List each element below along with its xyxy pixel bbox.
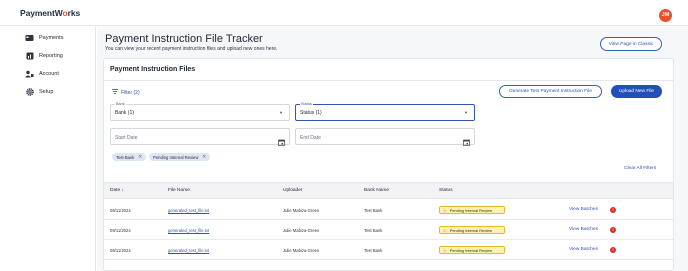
warning-icon: ⚠	[443, 227, 447, 233]
status-badge-label: Pending Internal Review	[449, 247, 492, 253]
filter-toggle[interactable]: Filter (2)	[112, 89, 140, 96]
account-icon	[25, 70, 34, 79]
cell-uploader: Julie Mabiza-Green	[283, 208, 320, 213]
row-divider	[104, 219, 673, 220]
end-date-field[interactable]: End Date	[295, 128, 475, 146]
view-batches-link[interactable]: View Batches	[569, 227, 598, 232]
cell-date: 09/11/2024	[110, 228, 131, 233]
cell-date: 09/11/2024	[110, 248, 131, 253]
sidebar-item-label: Setup	[39, 89, 54, 95]
bank-select-label: Bank	[115, 102, 126, 106]
status-badge: ⚠ Pending Internal Review	[439, 226, 505, 234]
card-title: Payment Instruction Files	[110, 66, 196, 73]
top-bar: PaymentWorks JM	[0, 0, 688, 26]
warning-icon: ⚠	[443, 247, 447, 253]
close-icon[interactable]: ✕	[202, 154, 206, 160]
sidebar-item-label: Payments	[39, 35, 64, 41]
filter-icon	[112, 89, 118, 96]
start-date-field[interactable]: Start Date	[110, 128, 290, 146]
status-badge: ⚠ Pending Internal Review	[439, 206, 505, 214]
column-header-uploader: Uploader	[283, 188, 303, 193]
user-avatar[interactable]: JM	[659, 9, 672, 22]
filter-chip: Pending Internal Review ✕	[149, 153, 211, 161]
brand-logo[interactable]: PaymentWorks	[20, 8, 80, 18]
status-select-label: Status	[300, 102, 313, 106]
file-name-link[interactable]: generated_test_file.txt	[168, 228, 209, 233]
start-date-placeholder: Start Date	[115, 135, 138, 141]
calendar-icon[interactable]	[278, 133, 285, 151]
close-icon[interactable]: ✕	[138, 154, 142, 160]
page-subtitle: You can view your recent payment instruc…	[105, 46, 278, 52]
view-batches-link[interactable]: View Batches	[569, 207, 598, 212]
status-badge: ⚠ Pending Internal Review	[439, 246, 505, 254]
column-header-file-name: File Name	[168, 188, 190, 193]
row-divider	[104, 239, 673, 240]
status-select[interactable]: Status Status (1) ▼	[295, 102, 475, 121]
clear-all-filters-link[interactable]: Clear All Filters	[624, 166, 656, 171]
setup-icon	[25, 88, 34, 97]
column-header-bank-name: Bank Name	[364, 188, 390, 193]
error-icon[interactable]: !	[610, 247, 616, 253]
status-badge-label: Pending Internal Review	[449, 207, 492, 213]
filter-chip-label: Pending Internal Review	[153, 154, 199, 160]
cell-date: 09/11/2024	[110, 208, 131, 213]
bank-select-value: Bank (1)	[115, 110, 134, 116]
sidebar	[0, 27, 96, 271]
file-name-link[interactable]: generated_test_file.txt	[168, 248, 209, 253]
column-header-status: Status	[439, 188, 453, 193]
error-icon[interactable]: !	[610, 227, 616, 233]
end-date-placeholder: End Date	[300, 135, 321, 141]
sidebar-item-payments[interactable]: Payments	[25, 32, 63, 44]
status-select-value: Status (1)	[300, 110, 322, 116]
calendar-icon[interactable]	[463, 133, 470, 151]
error-icon[interactable]: !	[610, 207, 616, 213]
sidebar-item-reporting[interactable]: Reporting	[25, 50, 63, 62]
sidebar-item-account[interactable]: Account	[25, 68, 59, 80]
column-header-date[interactable]: Date ↓	[110, 188, 124, 193]
payments-icon	[25, 34, 34, 43]
bank-select[interactable]: Bank Bank (1) ▼	[110, 102, 290, 121]
reporting-icon	[25, 52, 34, 61]
sidebar-item-setup[interactable]: Setup	[25, 86, 53, 98]
upload-new-file-button[interactable]: Upload New File	[611, 85, 662, 98]
sidebar-item-label: Account	[39, 71, 59, 77]
filter-toggle-label: Filter (2)	[121, 89, 140, 96]
cell-bank-name: Test Bank	[364, 248, 383, 253]
filter-chip: Test Bank ✕	[112, 153, 147, 161]
card-divider	[104, 80, 673, 81]
sidebar-item-label: Reporting	[39, 53, 63, 59]
cell-bank-name: Test Bank	[364, 208, 383, 213]
chevron-down-icon: ▼	[464, 110, 468, 115]
chevron-down-icon: ▼	[279, 110, 283, 115]
warning-icon: ⚠	[443, 207, 447, 213]
cell-uploader: Julie Mabiza-Green	[283, 248, 320, 253]
status-badge-label: Pending Internal Review	[449, 227, 492, 233]
filter-chip-label: Test Bank	[116, 154, 135, 160]
generate-test-file-button[interactable]: Generate Test Payment Instruction File	[499, 85, 602, 98]
cell-bank-name: Test Bank	[364, 228, 383, 233]
page-title: Payment Instruction File Tracker	[105, 33, 263, 45]
row-divider	[104, 259, 673, 260]
cell-uploader: Julie Mabiza-Green	[283, 228, 320, 233]
file-name-link[interactable]: generated_test_file.txt	[168, 208, 209, 213]
view-batches-link[interactable]: View Batches	[569, 247, 598, 252]
view-page-in-classic-button[interactable]: View Page in Classic	[600, 37, 662, 51]
